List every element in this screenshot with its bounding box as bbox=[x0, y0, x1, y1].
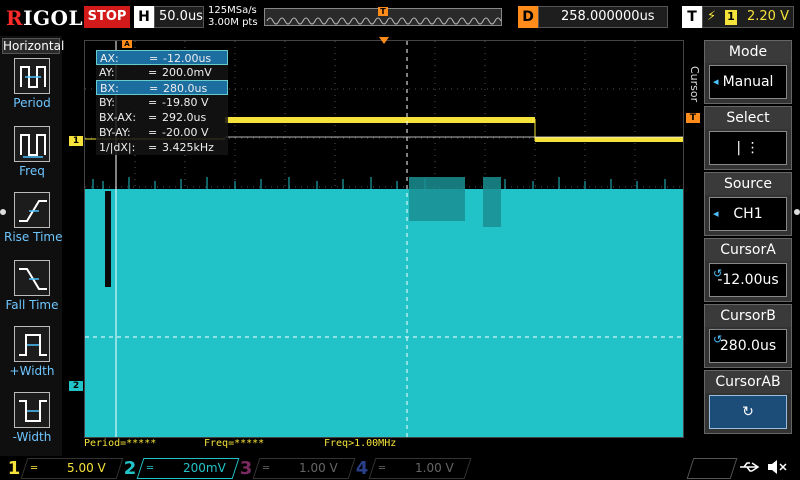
channel-status-bar: 1 ═ 5.00 V 2 ═ 200mV 3 ═ 1.00 V 4 ═ 1.00 V bbox=[0, 456, 800, 480]
ch1-scale: 5.00 V bbox=[67, 461, 106, 475]
ch2-trace bbox=[85, 177, 683, 437]
measure-period[interactable]: Period bbox=[4, 58, 60, 122]
cursor-row-by-ay: BY-AY: = -20.00 V bbox=[99, 126, 209, 139]
rotate-knob-icon: ↻ bbox=[709, 395, 787, 429]
dc-coupling-icon: ═ bbox=[379, 463, 386, 474]
memory-position-bar[interactable]: T bbox=[264, 7, 502, 26]
timebase-value: 50.0us bbox=[159, 9, 203, 24]
cursor-a-button[interactable]: CursorA ↺ -12.00us bbox=[704, 238, 792, 302]
trigger-source: 1 bbox=[725, 10, 737, 25]
bottom-blank-tab bbox=[686, 458, 738, 479]
menu-title: Horizontal bbox=[2, 38, 65, 54]
cursor-row-bx: BX: = 280.0us bbox=[96, 80, 228, 95]
pos-width-icon bbox=[14, 326, 50, 362]
dc-coupling-icon: ═ bbox=[147, 463, 154, 474]
rigol-logo: RIGOL bbox=[6, 6, 84, 30]
cursor-mode-button[interactable]: Mode ◂ Manual bbox=[704, 40, 792, 104]
fall-time-icon bbox=[14, 260, 50, 296]
cursor-select-button[interactable]: Select | ⋮ bbox=[704, 106, 792, 170]
rise-time-icon bbox=[14, 192, 50, 228]
trigger-position-marker: T bbox=[378, 7, 388, 16]
ch4-scale: 1.00 V bbox=[415, 461, 454, 475]
cursor-source-button[interactable]: Source ◂ CH1 bbox=[704, 172, 792, 236]
left-arrow-icon: ◂ bbox=[713, 207, 719, 220]
cursor-a-flag: A bbox=[122, 40, 132, 48]
measure-pos-width[interactable]: +Width bbox=[4, 326, 60, 390]
left-page-dot bbox=[0, 209, 6, 215]
speaker-mute-icon[interactable] bbox=[766, 459, 788, 479]
usb-icon bbox=[738, 459, 764, 479]
cursor-mode-value: Manual bbox=[722, 74, 774, 90]
knob-icon: ↺ bbox=[713, 267, 723, 280]
cursor-row-inv-dx: 1/|dX|: = 3.425kHz bbox=[99, 141, 214, 154]
cursor-a-value: -12.00us bbox=[717, 272, 779, 288]
left-arrow-icon: ◂ bbox=[713, 75, 719, 88]
cursor-row-ay: AY: = 200.0mV bbox=[99, 66, 212, 79]
trigger-time-marker bbox=[379, 37, 389, 44]
ch2-scale: 200mV bbox=[183, 461, 226, 475]
dc-coupling-icon: ═ bbox=[31, 463, 38, 474]
measure-freq[interactable]: Freq bbox=[4, 126, 60, 190]
ch2-offset-marker[interactable]: 2 bbox=[69, 381, 83, 391]
horizontal-key[interactable]: H bbox=[134, 6, 154, 28]
cursor-row-ax: AX: = -12.00us bbox=[96, 50, 228, 65]
trigger-level: 2.20 V bbox=[747, 9, 789, 24]
top-status-bar: RIGOL STOP H 50.0us 125MSa/s 3.00M pts T… bbox=[0, 0, 800, 34]
cursor-menu: Cursor Mode ◂ Manual Select | ⋮ Source ◂ C… bbox=[688, 36, 800, 456]
measure-period-status: Period=***** bbox=[84, 438, 157, 449]
freq-icon bbox=[14, 126, 50, 162]
trigger-key[interactable]: T bbox=[682, 6, 702, 28]
measure-neg-width[interactable]: -Width bbox=[4, 392, 60, 456]
trigger-box[interactable]: ⚡ 1 2.20 V bbox=[702, 6, 794, 28]
ch1-offset-marker[interactable]: 1 bbox=[69, 136, 83, 146]
right-page-dot bbox=[794, 209, 800, 215]
cursor-row-bx-ax: BX-AX: = 292.0us bbox=[99, 111, 207, 124]
menu-vertical-label: Cursor bbox=[688, 66, 701, 103]
freq-limit-status: Freq>1.00MHz bbox=[324, 438, 397, 449]
cursor-select-value: | ⋮ bbox=[709, 131, 787, 165]
cursor-ab-button[interactable]: CursorAB ↻ bbox=[704, 370, 792, 434]
run-stop-status[interactable]: STOP bbox=[84, 6, 130, 28]
period-icon bbox=[14, 58, 50, 94]
horizontal-measure-menu: Horizontal Period Freq Rise Time Fall Ti… bbox=[0, 36, 65, 456]
dc-coupling-icon: ═ bbox=[263, 463, 270, 474]
sample-rate: 125MSa/s bbox=[208, 5, 257, 16]
memory-depth: 3.00M pts bbox=[208, 17, 258, 28]
delay-value: 258.000000us bbox=[561, 9, 655, 24]
cursor-b-value: 280.0us bbox=[719, 338, 777, 354]
neg-width-icon bbox=[14, 392, 50, 428]
measure-rise-time[interactable]: Rise Time bbox=[4, 192, 63, 256]
trigger-edge-icon: ⚡ bbox=[707, 9, 717, 24]
delay-box[interactable]: 258.000000us bbox=[538, 6, 668, 28]
cursor-row-by: BY: = -19.80 V bbox=[99, 96, 209, 109]
timebase-box[interactable]: 50.0us bbox=[154, 6, 204, 28]
delay-key[interactable]: D bbox=[518, 6, 538, 28]
knob-icon: ↺ bbox=[713, 333, 723, 346]
cursor-readout-table: AX: = -12.00us AY: = 200.0mV BX: = 280.0us BY:… bbox=[96, 50, 228, 155]
cursor-source-value: CH1 bbox=[733, 206, 763, 222]
cursor-b-button[interactable]: CursorB ↺ 280.0us bbox=[704, 304, 792, 368]
measure-fall-time[interactable]: Fall Time bbox=[4, 260, 60, 324]
ch3-scale: 1.00 V bbox=[299, 461, 338, 475]
measure-freq-status: Freq=***** bbox=[204, 438, 265, 449]
